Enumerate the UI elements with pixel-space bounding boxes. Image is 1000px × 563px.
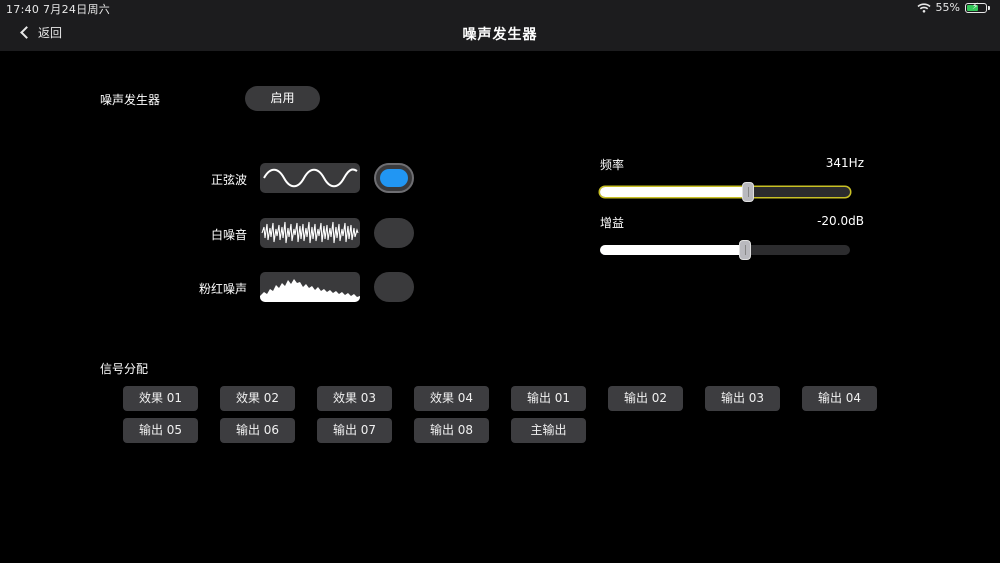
battery-tip (988, 5, 990, 10)
white-noise-label: 白噪音 (210, 228, 247, 242)
route-button[interactable]: 效果 02 (220, 386, 295, 411)
wifi-icon (917, 2, 931, 13)
frequency-label: 频率 (600, 158, 625, 172)
route-button[interactable]: 效果 04 (414, 386, 489, 411)
route-button[interactable]: 主输出 (511, 418, 586, 443)
route-button[interactable]: 输出 06 (220, 418, 295, 443)
sine-radio[interactable] (374, 163, 414, 193)
battery-percent: 55% (935, 1, 960, 14)
route-button[interactable]: 输出 03 (705, 386, 780, 411)
white-noise-preview[interactable] (260, 218, 360, 248)
frequency-value: 341Hz (825, 156, 864, 170)
white-noise-radio[interactable] (374, 218, 414, 248)
generator-label: 噪声发生器 (100, 93, 161, 107)
sine-label: 正弦波 (210, 173, 247, 187)
pink-noise-label: 粉红噪声 (198, 282, 247, 296)
gain-slider[interactable] (600, 240, 850, 260)
route-button[interactable]: 输出 05 (123, 418, 198, 443)
gain-slider-thumb[interactable] (739, 240, 751, 260)
battery-icon: ⚡ (965, 2, 987, 13)
route-button[interactable]: 输出 08 (414, 418, 489, 443)
frequency-slider-thumb[interactable] (742, 182, 754, 202)
pink-noise-preview[interactable] (260, 272, 360, 302)
status-indicators: 55% ⚡ (917, 1, 990, 14)
gain-value: -20.0dB (817, 214, 864, 228)
route-button[interactable]: 效果 01 (123, 386, 198, 411)
route-button[interactable]: 输出 07 (317, 418, 392, 443)
sine-wave-icon (263, 168, 358, 188)
gain-slider-fill (600, 245, 745, 255)
frequency-slider[interactable] (600, 182, 850, 202)
enable-button[interactable]: 启用 (245, 86, 320, 111)
pink-noise-icon (260, 279, 360, 302)
route-button[interactable]: 输出 02 (608, 386, 683, 411)
routing-label: 信号分配 (100, 362, 149, 376)
white-noise-icon (261, 221, 359, 244)
pink-noise-radio[interactable] (374, 272, 414, 302)
gain-label: 增益 (600, 216, 625, 230)
route-button[interactable]: 输出 04 (802, 386, 877, 411)
page-title: 噪声发生器 (462, 27, 538, 43)
route-button[interactable]: 效果 03 (317, 386, 392, 411)
frequency-slider-fill (600, 187, 748, 197)
status-time: 17:40 7月24日周六 (6, 3, 111, 16)
route-button[interactable]: 输出 01 (511, 386, 586, 411)
sine-wave-preview[interactable] (260, 163, 360, 193)
